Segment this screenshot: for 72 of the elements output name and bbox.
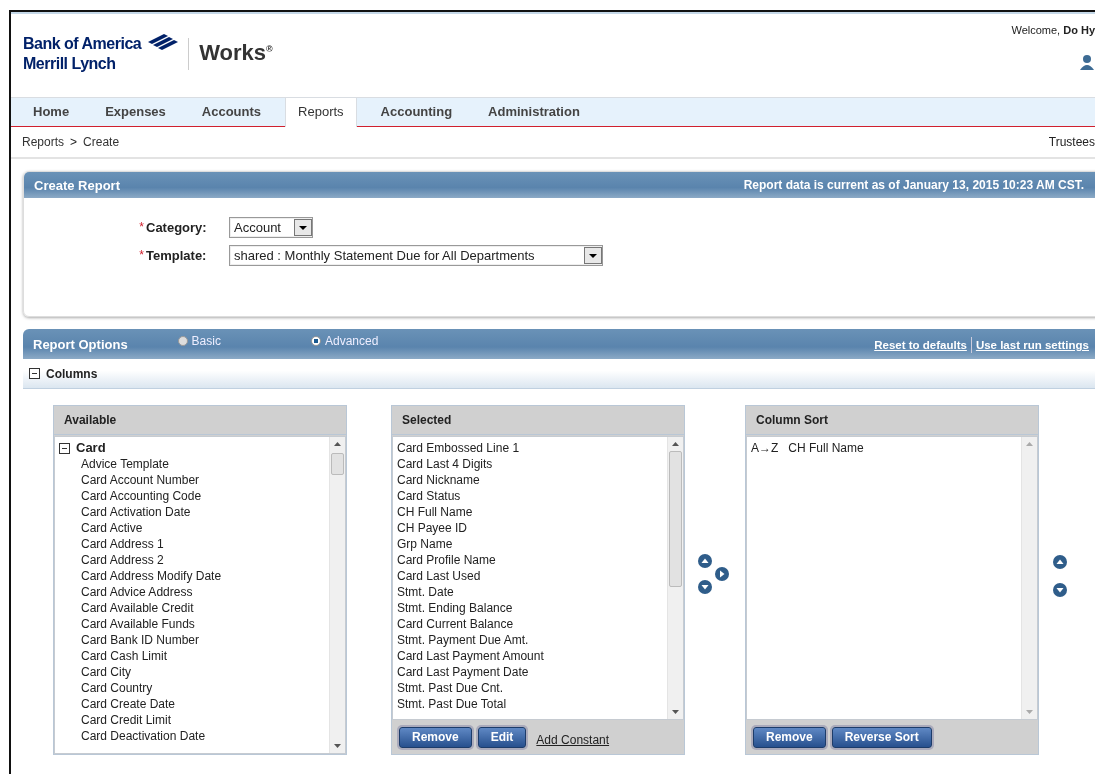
dropdown[interactable]: Account [229, 216, 313, 238]
list-item[interactable]: Card Credit Limit [59, 712, 329, 728]
nav-tab[interactable]: Administration [476, 98, 592, 126]
list-item[interactable]: Card Address 1 [59, 536, 329, 552]
list-item[interactable]: Card Address Modify Date [59, 568, 329, 584]
list-item[interactable]: Grp Name [397, 536, 667, 552]
welcome-text: Welcome, Do Hy [1011, 24, 1095, 36]
list-item[interactable]: Card Last Payment Date [397, 664, 667, 680]
product-name: Works$^{®}$ [199, 40, 273, 66]
list-title: Column Sort [756, 413, 828, 427]
organization-name: Trustees [1048, 135, 1095, 149]
list-item[interactable]: Card Deactivation Date [59, 728, 329, 744]
panel-title: Report Options [33, 336, 128, 352]
list-item[interactable]: Stmt. Past Due Cnt. [397, 680, 667, 696]
nav-tab[interactable]: Reports [285, 98, 357, 127]
field-label: Category: [146, 219, 208, 235]
section-title: Columns [46, 366, 98, 381]
sort-direction: A→Z [751, 440, 779, 456]
list-item[interactable]: Card Last Payment Amount [397, 648, 667, 664]
breadcrumb-separator: > [70, 135, 78, 149]
action-button[interactable]: Remove [753, 726, 826, 748]
list-item[interactable]: Stmt. Date [397, 584, 667, 600]
list-item[interactable]: Advice Template [59, 456, 329, 472]
field-label: Template: [146, 247, 208, 263]
list-item[interactable]: Card Status [397, 488, 667, 504]
required-mark: * [138, 248, 144, 262]
list-item[interactable]: Stmt. Past Due Total [397, 696, 667, 712]
list-item[interactable]: Card Address 2 [59, 552, 329, 568]
action-button[interactable]: Reverse Sort [831, 726, 932, 748]
action-button[interactable]: Remove [399, 726, 472, 748]
list-item[interactable]: Card Cash Limit [59, 648, 329, 664]
list-item[interactable]: Stmt. Ending Balance [397, 600, 667, 616]
list-item[interactable]: Card Country [59, 680, 329, 696]
list-title: Selected [402, 413, 452, 427]
breadcrumb-link[interactable]: Create [83, 135, 120, 149]
logo-text: Bank of America [23, 34, 142, 53]
list-item[interactable]: CH Payee ID [397, 520, 667, 536]
link[interactable]: Use last run settings [975, 339, 1089, 351]
list-item[interactable]: Card City [59, 664, 329, 680]
nav-tab[interactable]: Home [21, 98, 82, 126]
nav-tab[interactable]: Accounts [189, 98, 274, 126]
list-title: Available [64, 413, 117, 427]
dropdown[interactable]: shared : Monthly Statement Due for All Departments [229, 244, 603, 266]
breadcrumb-link[interactable]: Reports [22, 135, 65, 149]
required-mark: * [138, 220, 144, 234]
logo-text: Merrill Lynch [23, 54, 117, 73]
panel-title: Create Report [34, 177, 120, 193]
list-item[interactable]: Card Accounting Code [59, 488, 329, 504]
list-item[interactable]: Card Nickname [397, 472, 667, 488]
list-item[interactable]: Stmt. Payment Due Amt. [397, 632, 667, 648]
list-item[interactable]: Card Last 4 Digits [397, 456, 667, 472]
tree-group[interactable]: Card [76, 440, 106, 456]
nav-tab[interactable]: Accounting [368, 98, 465, 126]
list-item[interactable]: CH Full Name [788, 440, 864, 456]
list-item[interactable]: Card Available Credit [59, 600, 329, 616]
list-item[interactable]: Card Create Date [59, 696, 329, 712]
list-item[interactable]: Card Current Balance [397, 616, 667, 632]
add-constant-link[interactable]: Add Constant [536, 733, 610, 747]
list-item[interactable]: Card Advice Address [59, 584, 329, 600]
list-item[interactable]: Card Last Used [397, 568, 667, 584]
link[interactable]: Reset to defaults [874, 339, 967, 351]
list-item[interactable]: Card Activation Date [59, 504, 329, 520]
list-item[interactable]: Card Profile Name [397, 552, 667, 568]
list-item[interactable]: Card Available Funds [59, 616, 329, 632]
list-item[interactable]: Card Bank ID Number [59, 632, 329, 648]
list-item[interactable]: Card Embossed Line 1 [397, 440, 667, 456]
list-item[interactable]: CH Full Name [397, 504, 667, 520]
action-button[interactable]: Edit [477, 726, 527, 748]
list-item[interactable]: Card Active [59, 520, 329, 536]
list-item[interactable]: Card Account Number [59, 472, 329, 488]
nav-tab[interactable]: Expenses [93, 98, 178, 126]
data-note: Report data is current as of January 13, 2015 10:23 AM CST. [743, 178, 1084, 192]
